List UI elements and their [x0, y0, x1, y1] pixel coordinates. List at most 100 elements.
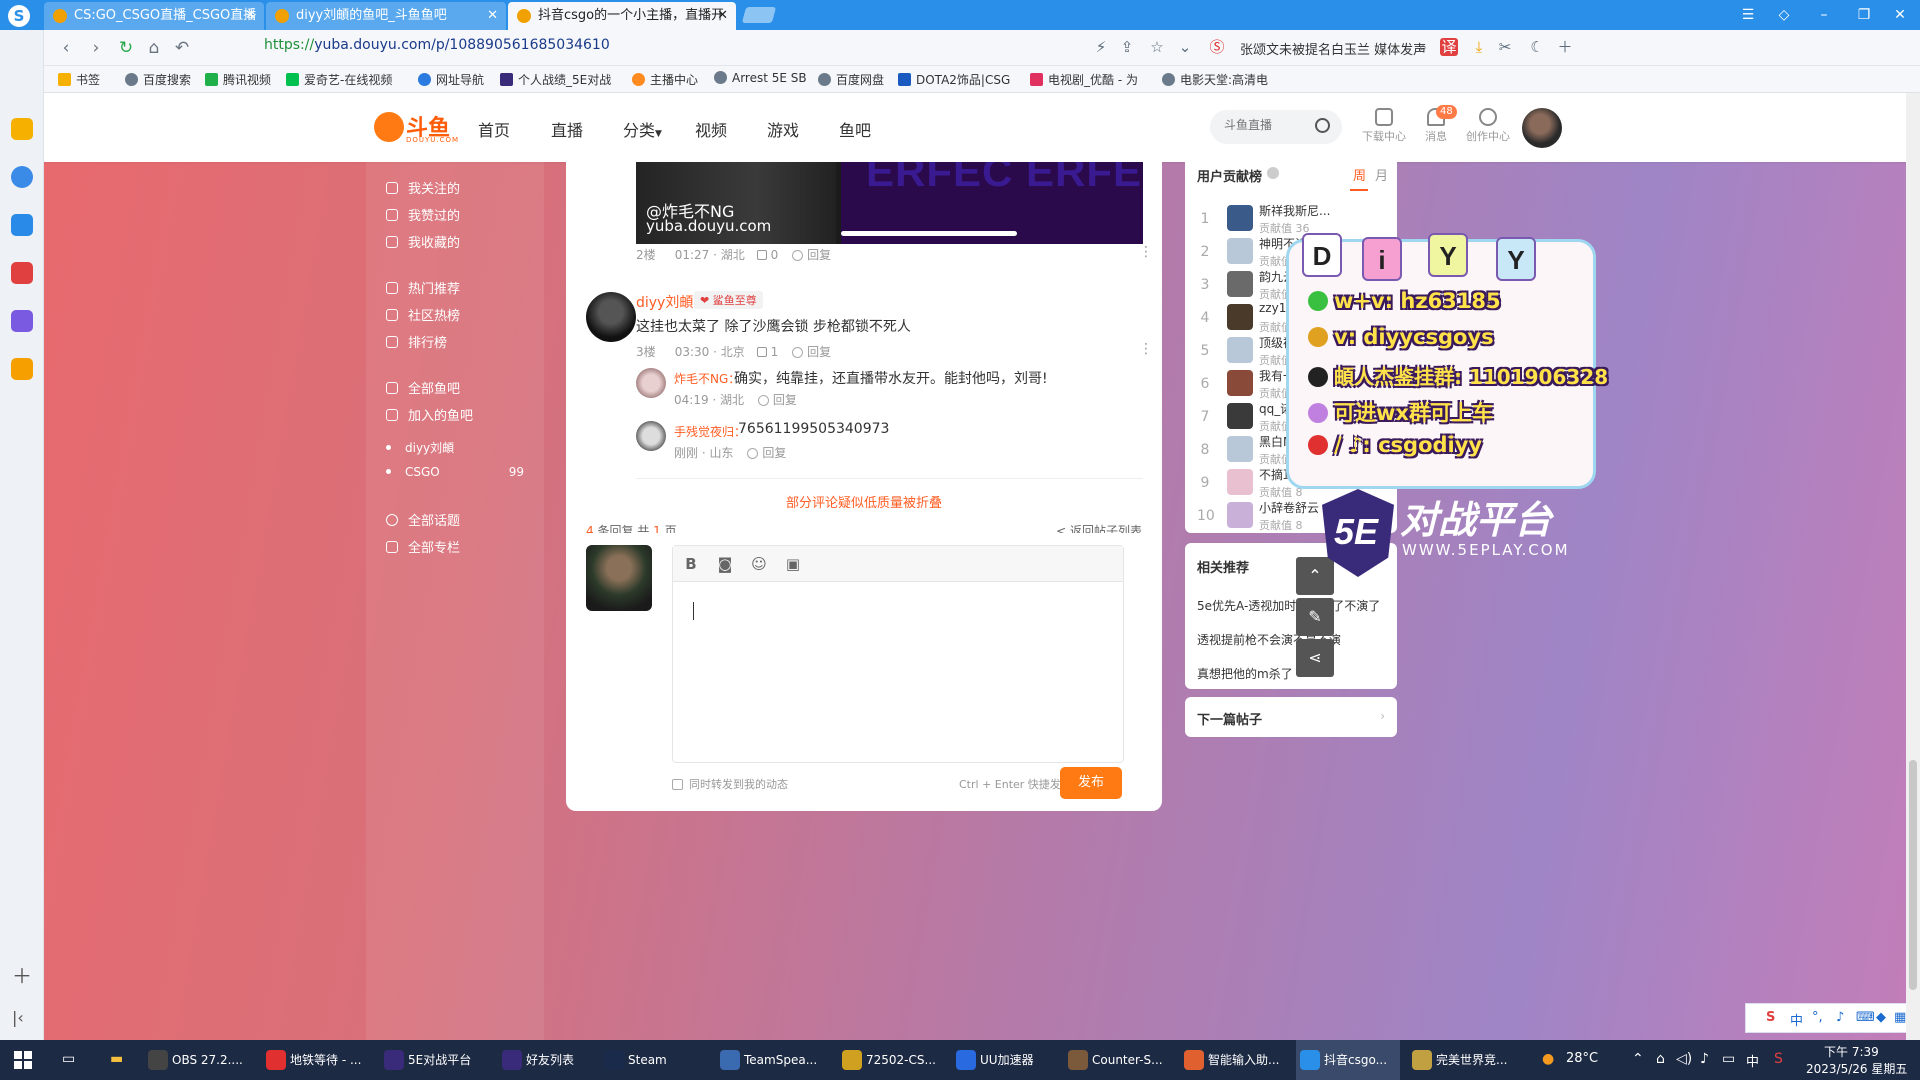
- sub-reply-author[interactable]: 炸毛不NG：: [674, 370, 740, 387]
- favorites-icon[interactable]: [11, 118, 33, 140]
- nav-video[interactable]: 视频: [695, 117, 727, 141]
- bookmark-item[interactable]: 腾讯视频: [205, 71, 271, 88]
- weather-temp[interactable]: 28°C: [1566, 1051, 1598, 1066]
- share-icon[interactable]: ⇪: [1118, 38, 1136, 56]
- bookmark-item[interactable]: 电视剧_优酷 - 为: [1030, 71, 1138, 88]
- url-field[interactable]: https://yuba.douyu.com/p/108890561685034…: [264, 37, 610, 53]
- search-icon[interactable]: [11, 358, 33, 380]
- display-icon[interactable]: ▭: [1722, 1051, 1735, 1067]
- comment-author[interactable]: diyy刘頔: [636, 292, 693, 312]
- punctuation-icon[interactable]: °,: [1812, 1010, 1823, 1025]
- tab-current-post[interactable]: 抖音csgo的一个小主播，直播开 ✕: [508, 2, 736, 30]
- thumb-up-icon[interactable]: [756, 250, 767, 260]
- douyu-logo[interactable]: 斗鱼 DOUYU.COM: [374, 110, 458, 144]
- reload-icon[interactable]: ↻: [114, 36, 138, 60]
- reply-link[interactable]: 回复: [773, 393, 797, 407]
- emoji-icon[interactable]: ☺: [749, 554, 769, 574]
- clock-date[interactable]: 2023/5/26 星期五: [1806, 1060, 1907, 1077]
- file-explorer-icon[interactable]: ▬: [110, 1051, 123, 1067]
- taskbar-app[interactable]: 完美世界竞...: [1408, 1040, 1528, 1080]
- next-post-card[interactable]: 下一篇帖子 ›: [1185, 697, 1397, 737]
- forward-icon[interactable]: ›: [84, 36, 108, 60]
- search-icon[interactable]: ⌕: [1414, 38, 1432, 56]
- sub-reply-author[interactable]: 手残觉夜归：: [674, 423, 746, 440]
- menu-topics[interactable]: 全部话题: [386, 510, 460, 529]
- taskbar-app[interactable]: 72502-CS...: [838, 1040, 942, 1080]
- close-icon[interactable]: ✕: [487, 2, 498, 30]
- plus-icon[interactable]: ＋: [1556, 38, 1574, 56]
- home-icon[interactable]: ⌂: [142, 36, 166, 60]
- reply-icon[interactable]: [747, 448, 759, 459]
- taskbar-app[interactable]: 地铁等待 - ...: [262, 1040, 372, 1080]
- avatar[interactable]: [1227, 304, 1253, 330]
- taskbar-app[interactable]: OBS 27.2....: [144, 1040, 254, 1080]
- bookmark-item[interactable]: Arrest 5E SB: [714, 71, 807, 85]
- sogou-tray-icon[interactable]: S: [1774, 1051, 1783, 1067]
- tab-yuba[interactable]: diyy刘頔的鱼吧_斗鱼鱼吧 ✕: [266, 2, 506, 30]
- menu-liked[interactable]: 我赞过的: [386, 205, 460, 224]
- sogou-ime-icon[interactable]: S: [1766, 1010, 1775, 1025]
- avatar[interactable]: [1227, 337, 1253, 363]
- more-icon[interactable]: ⋮: [1139, 244, 1153, 260]
- reply-icon[interactable]: [792, 250, 804, 261]
- undo-icon[interactable]: ↶: [170, 36, 194, 60]
- nav-home[interactable]: 首页: [478, 117, 510, 141]
- chevron-up-icon[interactable]: ⌃: [1632, 1051, 1644, 1067]
- taskbar-app[interactable]: 5E对战平台: [380, 1040, 490, 1080]
- weather-icon[interactable]: ●: [1542, 1051, 1554, 1067]
- share-button[interactable]: ⋖: [1296, 639, 1334, 677]
- add-icon[interactable]: ＋: [12, 960, 32, 989]
- menu-following[interactable]: 我关注的: [386, 178, 460, 197]
- avatar[interactable]: [586, 292, 636, 342]
- grid-icon[interactable]: ▦: [1894, 1010, 1906, 1025]
- menu-hot[interactable]: 热门推荐: [386, 278, 460, 297]
- news-headline[interactable]: 张颂文未被提名白玉兰 媒体发声: [1240, 39, 1426, 58]
- browser-logo-icon[interactable]: S: [8, 5, 30, 27]
- image-icon[interactable]: ▣: [783, 554, 803, 574]
- edit-post-button[interactable]: ✎: [1296, 598, 1334, 636]
- nav-games[interactable]: 游戏: [767, 117, 799, 141]
- avatar[interactable]: [1227, 469, 1253, 495]
- more-icon[interactable]: ⋮: [1139, 341, 1153, 357]
- moon-icon[interactable]: ☾: [1528, 38, 1546, 56]
- menu-all-yuba[interactable]: 全部鱼吧: [386, 378, 460, 397]
- bookmark-item[interactable]: 主播中心: [632, 71, 698, 88]
- reply-link[interactable]: 回复: [762, 446, 786, 460]
- menu-joined-yuba[interactable]: 加入的鱼吧: [386, 405, 473, 424]
- sync-to-feed-checkbox[interactable]: 同时转发到我的动态: [672, 776, 788, 792]
- joined-yuba-diyy[interactable]: diyy刘頔: [386, 439, 454, 456]
- back-icon[interactable]: ‹: [54, 36, 78, 60]
- related-link[interactable]: 5e优先A-透视加时最后急了不演了: [1197, 597, 1380, 614]
- avatar[interactable]: [636, 421, 666, 451]
- collapse-icon[interactable]: |‹: [12, 1008, 24, 1027]
- video-thumbnail[interactable]: ERFEC ERFEC @炸毛不NG yuba.douyu.com: [636, 162, 1143, 244]
- lightning-icon[interactable]: ⚡: [1092, 38, 1110, 56]
- task-view-icon[interactable]: ▭: [62, 1051, 75, 1067]
- volume-icon[interactable]: ◁): [1676, 1051, 1692, 1067]
- cloud-icon[interactable]: [11, 214, 33, 236]
- avatar[interactable]: [1227, 403, 1253, 429]
- pdf-icon[interactable]: [11, 262, 33, 284]
- publish-button[interactable]: 发布: [1060, 767, 1122, 799]
- history-icon[interactable]: [11, 166, 33, 188]
- thumb-up-icon[interactable]: [756, 347, 767, 357]
- bookmark-item[interactable]: 书签: [58, 71, 100, 88]
- taskbar-app[interactable]: Steam: [600, 1040, 708, 1080]
- chevron-down-icon[interactable]: ⌄: [1176, 38, 1194, 56]
- reply-link[interactable]: 回复: [807, 345, 831, 359]
- bookmark-item[interactable]: 百度搜索: [125, 71, 191, 88]
- bold-icon[interactable]: B: [681, 554, 701, 574]
- avatar[interactable]: [1227, 502, 1253, 528]
- folded-comments-link[interactable]: 部分评论疑似低质量被折叠: [566, 492, 1162, 511]
- sogou-search-icon[interactable]: Ⓢ: [1208, 38, 1226, 56]
- menu-ranking[interactable]: 排行榜: [386, 332, 447, 351]
- nav-yuba[interactable]: 鱼吧: [839, 117, 871, 141]
- avatar[interactable]: [1227, 436, 1253, 462]
- ime-language[interactable]: 中: [1790, 1010, 1803, 1029]
- nav-live[interactable]: 直播: [551, 117, 583, 141]
- close-icon[interactable]: ✕: [245, 2, 256, 30]
- avatar[interactable]: [1227, 370, 1253, 396]
- download-icon[interactable]: ⤓: [1470, 38, 1488, 56]
- ime-indicator[interactable]: 中: [1746, 1051, 1759, 1070]
- reply-link[interactable]: 回复: [807, 248, 831, 262]
